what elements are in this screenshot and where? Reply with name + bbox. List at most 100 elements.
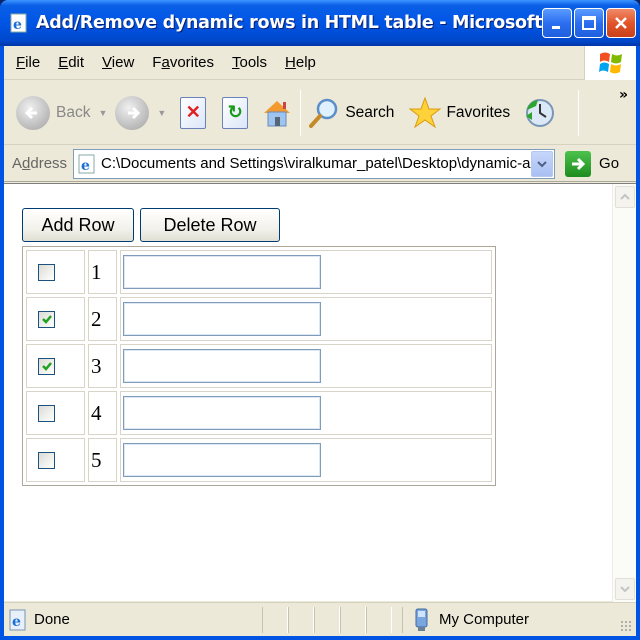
status-pane-divider [262, 606, 288, 633]
toolbar-overflow-icon[interactable]: » [619, 87, 628, 103]
menu-tools[interactable]: Tools [223, 46, 276, 80]
close-icon [615, 17, 627, 29]
row-checkbox[interactable] [38, 404, 55, 422]
row-checkbox[interactable] [38, 451, 55, 469]
checkbox-cell [26, 297, 85, 341]
table-row: 3 [26, 344, 492, 388]
row-checkbox[interactable] [38, 357, 55, 375]
chevron-down-icon [537, 160, 547, 167]
maximize-button[interactable] [574, 8, 604, 38]
ie-page-icon: e [8, 12, 30, 34]
chevron-down-icon [620, 586, 630, 593]
svg-text:e: e [81, 158, 90, 174]
checkbox-cell [26, 250, 85, 294]
status-pane-divider [340, 606, 366, 633]
checkbox-cell [26, 438, 85, 482]
scroll-down-button[interactable] [615, 578, 635, 600]
row-text-input[interactable] [123, 443, 321, 477]
back-dropdown-icon[interactable]: ▼ [98, 108, 107, 118]
resize-grip[interactable] [620, 620, 632, 632]
text-cell [120, 250, 492, 294]
refresh-button[interactable]: ↻ [222, 89, 249, 137]
search-label: Search [345, 103, 395, 121]
close-button[interactable] [606, 8, 636, 38]
menu-help[interactable]: Help [276, 46, 325, 80]
table-row: 2 [26, 297, 492, 341]
search-button[interactable]: Search [307, 89, 394, 137]
history-icon [526, 98, 555, 127]
row-checkbox[interactable] [38, 310, 55, 328]
my-computer-icon [415, 608, 428, 631]
svg-text:e: e [12, 614, 21, 630]
minimize-button[interactable] [542, 8, 572, 38]
back-button[interactable]: Back ▼ [16, 89, 115, 137]
back-arrow-icon [16, 95, 50, 130]
menu-file[interactable]: File [4, 46, 49, 80]
go-label: Go [599, 155, 620, 172]
row-number: 2 [88, 297, 117, 341]
ie-page-icon: e [8, 609, 28, 631]
row-text-input[interactable] [123, 349, 321, 383]
svg-text:e: e [13, 17, 22, 33]
checkbox-cell [26, 344, 85, 388]
favorites-button[interactable]: Favorites [408, 89, 510, 137]
browser-client: File Edit View Favorites Tools Help Back… [4, 46, 636, 636]
text-cell [120, 391, 492, 435]
zone-label: My Computer [439, 611, 530, 628]
status-pane-divider [314, 606, 340, 633]
row-checkbox[interactable] [38, 263, 55, 281]
status-pane-divider [366, 606, 392, 633]
windows-logo-icon [584, 46, 636, 80]
address-input[interactable]: e C:\Documents and Settings\viralkumar_p… [73, 148, 556, 179]
stop-button[interactable]: ✕ [180, 89, 207, 137]
address-dropdown-button[interactable] [531, 150, 554, 177]
row-number: 5 [88, 438, 117, 482]
history-button[interactable] [522, 89, 556, 137]
row-number: 1 [88, 250, 117, 294]
standard-toolbar: Back ▼ ▼ ✕ ↻ Search Favorites » [4, 81, 636, 145]
stop-icon: ✕ [180, 96, 207, 129]
forward-button[interactable]: ▼ [115, 89, 174, 137]
table-row: 1 [26, 250, 492, 294]
menu-edit[interactable]: Edit [49, 46, 93, 80]
chevron-up-icon [620, 193, 630, 200]
row-text-input[interactable] [123, 255, 321, 289]
checkmark-icon [41, 315, 52, 324]
status-bar: e Done My Computer [4, 602, 636, 636]
forward-dropdown-icon[interactable]: ▼ [157, 108, 166, 118]
button-row: Add Row Delete Row [22, 208, 496, 242]
ie-page-icon: e [77, 154, 97, 174]
address-url: C:\Documents and Settings\viralkumar_pat… [101, 155, 532, 172]
checkbox-cell [26, 391, 85, 435]
star-icon [408, 96, 442, 128]
toolbar-separator [300, 89, 302, 136]
home-button[interactable] [260, 89, 294, 137]
status-panes [262, 606, 392, 633]
window-title: Add/Remove dynamic rows in HTML table - … [36, 13, 566, 33]
row-number: 3 [88, 344, 117, 388]
favorites-label: Favorites [446, 103, 511, 121]
status-pane: e Done [4, 609, 262, 631]
scroll-up-button[interactable] [615, 186, 635, 208]
table-row: 5 [26, 438, 492, 482]
data-table: 12345 [22, 246, 496, 486]
add-row-button[interactable]: Add Row [22, 208, 134, 242]
address-bar: Address e C:\Documents and Settings\vira… [4, 146, 636, 182]
search-icon [309, 98, 338, 128]
row-text-input[interactable] [123, 396, 321, 430]
minimize-icon [552, 26, 560, 29]
browser-window: e Add/Remove dynamic rows in HTML table … [0, 0, 640, 640]
row-text-input[interactable] [123, 302, 321, 336]
row-number: 4 [88, 391, 117, 435]
delete-row-button[interactable]: Delete Row [140, 208, 280, 242]
go-arrow-icon [565, 150, 592, 177]
maximize-icon [582, 16, 596, 30]
menu-view[interactable]: View [93, 46, 143, 80]
text-cell [120, 344, 492, 388]
go-button[interactable]: Go [565, 150, 620, 177]
title-bar[interactable]: e Add/Remove dynamic rows in HTML table … [0, 0, 640, 46]
menu-bar: File Edit View Favorites Tools Help [4, 46, 636, 80]
text-cell [120, 438, 492, 482]
menu-favorites[interactable]: Favorites [143, 46, 223, 80]
vertical-scrollbar[interactable] [612, 184, 636, 602]
